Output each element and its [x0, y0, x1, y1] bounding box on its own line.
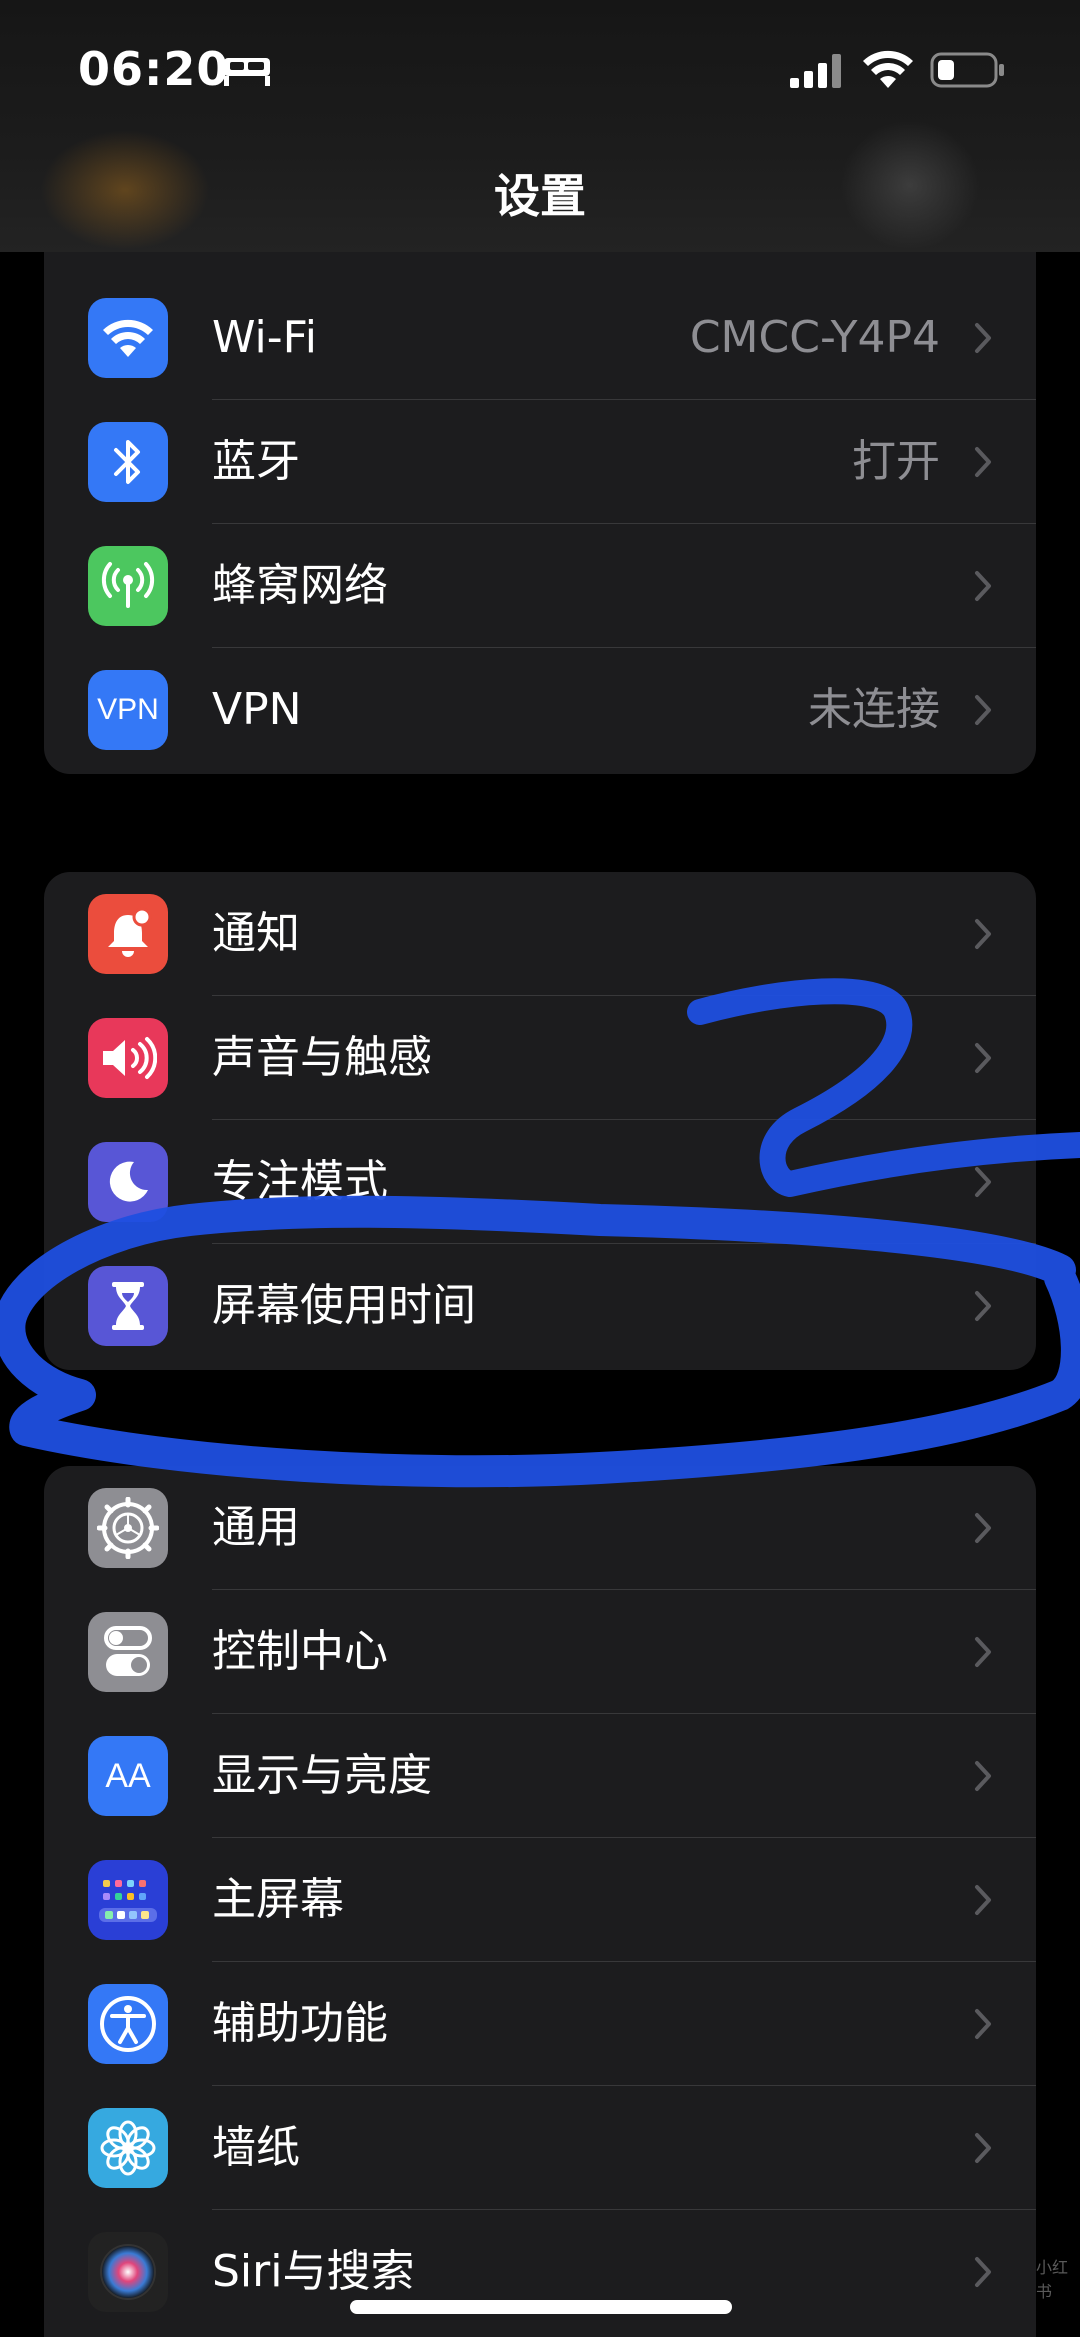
gear-icon: [88, 1488, 168, 1568]
chevron-right-icon: [975, 323, 991, 353]
cellular-antenna-icon: [88, 546, 168, 626]
text-size-icon-text: AA: [105, 1756, 151, 1795]
settings-group-connectivity: Wi-Fi CMCC-Y4P4 蓝牙 打开 蜂窝网络 VPN VPN 未连接: [44, 212, 1036, 774]
settings-group-general: 通用 控制中心 AA 显示与亮度 主屏幕 辅助功能 墙纸 Siri与搜索: [44, 1466, 1036, 2337]
home-screen-grid-icon: [88, 1860, 168, 1940]
row-value: CMCC-Y4P4: [689, 312, 940, 363]
accessibility-icon: [88, 1984, 168, 2064]
row-label: 辅助功能: [212, 1998, 388, 2049]
siri-icon: [88, 2232, 168, 2312]
chevron-right-icon: [975, 2257, 991, 2287]
chevron-right-icon: [975, 1885, 991, 1915]
wifi-icon: [88, 298, 168, 378]
bell-icon: [88, 894, 168, 974]
settings-row-sounds[interactable]: 声音与触感: [44, 996, 1036, 1120]
speaker-icon: [88, 1018, 168, 1098]
text-size-icon: AA: [88, 1736, 168, 1816]
row-value: 打开: [852, 436, 940, 487]
settings-row-vpn[interactable]: VPN VPN 未连接: [44, 648, 1036, 772]
settings-row-notifications[interactable]: 通知: [44, 872, 1036, 996]
bed-icon: [224, 58, 270, 86]
chevron-right-icon: [975, 1043, 991, 1073]
toggles-icon: [88, 1612, 168, 1692]
row-value: 未连接: [808, 684, 940, 735]
status-bar-time: 06:20: [78, 42, 230, 96]
settings-row-screen-time[interactable]: 屏幕使用时间: [44, 1244, 1036, 1368]
chevron-right-icon: [975, 919, 991, 949]
row-label: VPN: [212, 684, 302, 735]
watermark: 小红书: [1036, 2258, 1069, 2301]
chevron-right-icon: [975, 1291, 991, 1321]
bluetooth-icon: [88, 422, 168, 502]
settings-row-wallpaper[interactable]: 墙纸: [44, 2086, 1036, 2210]
wifi-icon: [863, 50, 913, 88]
chevron-right-icon: [975, 447, 991, 477]
settings-group-notifications: 通知 声音与触感 专注模式 屏幕使用时间: [44, 872, 1036, 1370]
page-title: 设置: [494, 169, 586, 223]
chevron-right-icon: [975, 2133, 991, 2163]
header: 06:20 设置: [0, 0, 1080, 252]
settings-row-accessibility[interactable]: 辅助功能: [44, 1962, 1036, 2086]
row-label: 专注模式: [212, 1156, 388, 1207]
flower-icon: [88, 2108, 168, 2188]
settings-row-siri[interactable]: Siri与搜索: [44, 2210, 1036, 2334]
row-label: 控制中心: [212, 1626, 388, 1677]
row-label: 主屏幕: [212, 1874, 344, 1925]
signal-icon: [790, 54, 841, 88]
row-label: 通知: [212, 908, 300, 959]
row-label: 通用: [212, 1502, 300, 1553]
row-label: Wi-Fi: [212, 312, 317, 363]
row-label: 声音与触感: [212, 1032, 432, 1083]
chevron-right-icon: [975, 1761, 991, 1791]
settings-row-cellular[interactable]: 蜂窝网络: [44, 524, 1036, 648]
chevron-right-icon: [975, 2009, 991, 2039]
chevron-right-icon: [975, 1637, 991, 1667]
row-label: Siri与搜索: [212, 2246, 415, 2297]
chevron-right-icon: [975, 571, 991, 601]
settings-row-display[interactable]: AA 显示与亮度: [44, 1714, 1036, 1838]
chevron-right-icon: [975, 1167, 991, 1197]
settings-row-focus[interactable]: 专注模式: [44, 1120, 1036, 1244]
vpn-icon-text: VPN: [97, 693, 159, 726]
settings-row-bluetooth[interactable]: 蓝牙 打开: [44, 400, 1036, 524]
chevron-right-icon: [975, 695, 991, 725]
row-label: 墙纸: [212, 2122, 300, 2173]
settings-row-general[interactable]: 通用: [44, 1466, 1036, 1590]
home-indicator[interactable]: [350, 2300, 732, 2314]
row-label: 蜂窝网络: [212, 560, 388, 611]
hourglass-icon: [88, 1266, 168, 1346]
row-label: 显示与亮度: [212, 1750, 432, 1801]
settings-screen: 06:20 设置 Wi-Fi CMCC-Y4P4 蓝牙 打开 蜂窝网络 VPN …: [0, 0, 1080, 2337]
moon-icon: [88, 1142, 168, 1222]
settings-row-control-center[interactable]: 控制中心: [44, 1590, 1036, 1714]
row-label: 蓝牙: [212, 436, 300, 487]
vpn-icon: VPN: [88, 670, 168, 750]
chevron-right-icon: [975, 1513, 991, 1543]
settings-row-wifi[interactable]: Wi-Fi CMCC-Y4P4: [44, 276, 1036, 400]
settings-row-home-screen[interactable]: 主屏幕: [44, 1838, 1036, 1962]
battery-icon: [930, 52, 1004, 88]
row-label: 屏幕使用时间: [212, 1280, 476, 1331]
